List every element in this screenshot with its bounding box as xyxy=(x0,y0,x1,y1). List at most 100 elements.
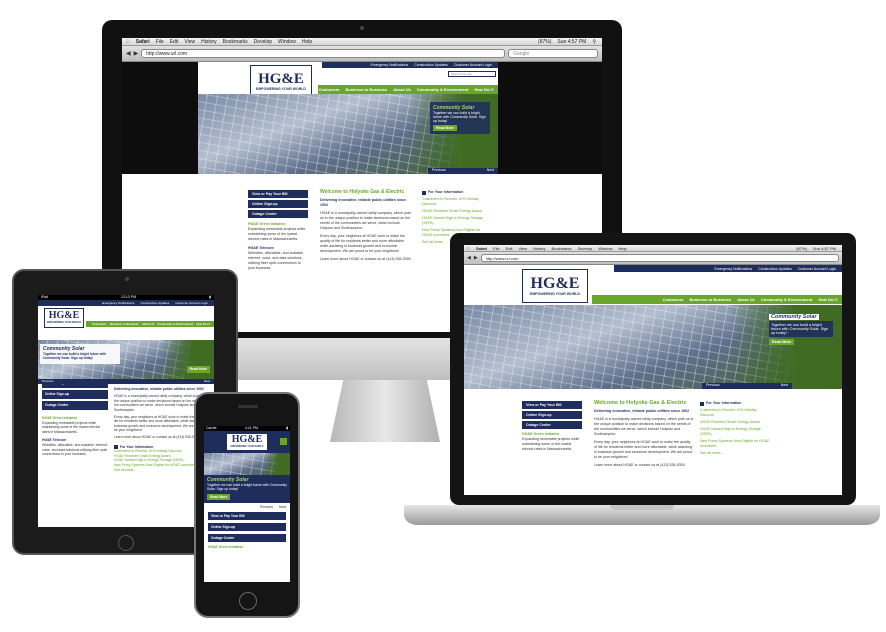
menu-bookmarks[interactable]: Bookmarks xyxy=(223,39,248,45)
desktop-logo[interactable]: HG&E EMPOWERING YOUR WORLD xyxy=(250,65,312,97)
phone-green-title[interactable]: HG&E Green Initiative xyxy=(208,545,286,550)
menu-edit[interactable]: Edit xyxy=(170,39,179,45)
laptop-forward-button[interactable]: ▶ xyxy=(474,255,478,261)
hero-text: Together we can build a bright future wi… xyxy=(433,111,486,123)
login-link[interactable]: Customer Account Login xyxy=(454,63,492,67)
laptop-info-item[interactable]: HG&E Named High in Energy Storage (SEPA) xyxy=(700,427,770,437)
laptop-pay-bill-button[interactable]: View or Pay Your Bill xyxy=(522,401,582,409)
apple-icon[interactable]:  xyxy=(126,39,130,45)
read-more-button[interactable]: Read More xyxy=(433,125,457,131)
tablet-read-more-button[interactable]: Read More xyxy=(186,366,210,373)
tablet-login-link[interactable]: Customer Account Login xyxy=(175,301,208,306)
laptop-hero-next[interactable]: Next xyxy=(781,383,788,389)
menu-window[interactable]: Window xyxy=(278,39,296,45)
emergency-link[interactable]: Emergency Notifications xyxy=(370,63,408,67)
outage-center-button[interactable]: Outage Center xyxy=(248,210,308,218)
laptop-address-bar[interactable]: http://www.url.com xyxy=(480,254,839,262)
tablet-hero-prev[interactable]: Previous xyxy=(42,379,54,384)
tablet-logo[interactable]: HG&E EMPOWERING YOUR WORLD xyxy=(44,308,84,328)
nav-community[interactable]: Community & Environment xyxy=(417,87,469,92)
laptop-login-link[interactable]: Customer Account Login xyxy=(798,267,836,271)
spotlight-icon[interactable]: ⚲ xyxy=(592,39,596,45)
phone-hero-next[interactable]: Next xyxy=(279,505,286,510)
laptop-nav-how[interactable]: How Do I? xyxy=(818,297,838,302)
construction-link[interactable]: Construction Updates xyxy=(414,63,448,67)
laptop-logo[interactable]: HG&E EMPOWERING YOUR WORLD xyxy=(522,269,588,303)
phone-menu-icon[interactable] xyxy=(280,438,287,445)
phone-outage-button[interactable]: Outage Center xyxy=(208,533,286,542)
hero-prev[interactable]: Previous xyxy=(432,168,446,174)
tablet-nav-community[interactable]: Community & Environment xyxy=(157,322,193,327)
phone-speaker xyxy=(238,405,258,408)
tablet-nav-customers[interactable]: Customers xyxy=(92,322,107,327)
nav-how[interactable]: How Do I? xyxy=(474,87,494,92)
back-button[interactable]: ◀ xyxy=(126,50,131,57)
laptop-menu-develop[interactable]: Develop xyxy=(578,246,593,251)
tablet-nav-how[interactable]: How Do I? xyxy=(196,322,210,327)
laptop-construction-link[interactable]: Construction Updates xyxy=(758,267,792,271)
hero-pager: Previous Next xyxy=(428,168,498,174)
phone-read-more-button[interactable]: Read More xyxy=(207,493,231,501)
laptop-sidebar: View or Pay Your Bill Online Sign-up Out… xyxy=(522,401,582,452)
laptop-info-item[interactable]: New Pump Systems Now Eligible for HG&E I… xyxy=(700,439,770,449)
phone-pay-bill-button[interactable]: View or Pay Your Bill xyxy=(208,511,286,520)
laptop-outage-button[interactable]: Outage Center xyxy=(522,421,582,429)
info-item[interactable]: HG&E Named High in Energy Storage (SEPA) xyxy=(422,216,486,226)
tablet-welcome-subtitle: Delivering innovative, reliable public u… xyxy=(114,386,204,391)
info-item[interactable]: HG&E Receives Smart Energy Award xyxy=(422,209,486,214)
phone-hero-prev[interactable]: Previous xyxy=(260,505,273,510)
menu-help[interactable]: Help xyxy=(302,39,312,45)
menu-develop[interactable]: Develop xyxy=(254,39,272,45)
tablet-hero-next[interactable]: Next xyxy=(204,379,210,384)
tablet-outage-button[interactable]: Outage Center xyxy=(42,401,108,410)
phone-signup-label: Online Sign-up xyxy=(211,524,236,529)
laptop-menu-history[interactable]: History xyxy=(533,246,545,251)
phone-signup-button[interactable]: Online Sign-up xyxy=(208,522,286,531)
laptop-nav-business[interactable]: Business to Business xyxy=(690,297,732,302)
pay-bill-button[interactable]: View or Pay Your Bill xyxy=(248,190,308,198)
laptop-menu-window[interactable]: Window xyxy=(598,246,612,251)
outage-center-label: Outage Center xyxy=(252,211,277,216)
nav-customers[interactable]: Customers xyxy=(319,87,340,92)
forward-button[interactable]: ▶ xyxy=(134,50,139,57)
laptop-hero-prev[interactable]: Previous xyxy=(706,383,720,389)
laptop-back-button[interactable]: ◀ xyxy=(467,255,471,261)
tablet-emergency-link[interactable]: Emergency Notifications xyxy=(102,301,134,306)
hero-next[interactable]: Next xyxy=(487,168,494,174)
laptop-apple-icon[interactable]:  xyxy=(467,246,470,251)
laptop-read-more-button[interactable]: Read More xyxy=(769,339,795,345)
laptop-see-all-news[interactable]: See all news... xyxy=(700,451,770,456)
laptop-nav-about[interactable]: About Us xyxy=(737,297,755,302)
nav-about[interactable]: About Us xyxy=(393,87,411,92)
address-bar[interactable]: http://www.url.com xyxy=(141,49,505,58)
menu-file[interactable]: File xyxy=(156,39,164,45)
tablet-home-button[interactable] xyxy=(118,535,134,551)
menu-history[interactable]: History xyxy=(201,39,217,45)
browser-search-field[interactable]: Google xyxy=(508,49,598,58)
tablet-signup-button[interactable]: Online Sign-up xyxy=(42,390,108,399)
laptop-signup-button[interactable]: Online Sign-up xyxy=(522,411,582,419)
tablet-nav-business[interactable]: Business to Business xyxy=(110,322,139,327)
menu-safari[interactable]: Safari xyxy=(136,39,150,45)
desktop-site-search[interactable]: Search this site xyxy=(448,71,496,77)
menu-view[interactable]: View xyxy=(184,39,195,45)
laptop-menu-help[interactable]: Help xyxy=(618,246,626,251)
nav-business[interactable]: Business to Business xyxy=(346,87,388,92)
laptop-menu-edit[interactable]: Edit xyxy=(506,246,513,251)
laptop-info-item[interactable]: HG&E Receives Smart Energy Award xyxy=(700,420,770,425)
tablet-nav-about[interactable]: About Us xyxy=(142,322,154,327)
laptop-emergency-link[interactable]: Emergency Notifications xyxy=(714,267,752,271)
laptop-menu-file[interactable]: File xyxy=(493,246,499,251)
laptop-info-item[interactable]: Customers to Receive 10% Holiday Discoun… xyxy=(700,408,770,418)
laptop-nav-community[interactable]: Community & Environment xyxy=(761,297,813,302)
info-item[interactable]: Customers to Receive 10% Holiday Discoun… xyxy=(422,197,486,207)
phone-home-button[interactable] xyxy=(239,592,257,610)
phone-logo[interactable]: HG&E EMPOWERING YOUR WORLD xyxy=(226,433,268,451)
laptop-menu-bookmarks[interactable]: Bookmarks xyxy=(552,246,572,251)
laptop-nav-customers[interactable]: Customers xyxy=(663,297,684,302)
online-signup-button[interactable]: Online Sign-up xyxy=(248,200,308,208)
tablet-construction-link[interactable]: Construction Updates xyxy=(140,301,169,306)
phone-logo-text: HG&E xyxy=(231,433,263,445)
laptop-menu-safari[interactable]: Safari xyxy=(476,246,487,251)
laptop-menu-view[interactable]: View xyxy=(518,246,527,251)
